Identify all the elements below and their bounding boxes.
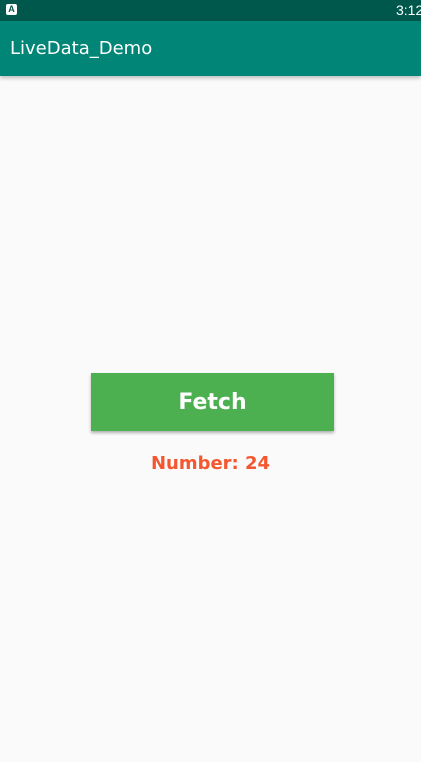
app-title: LiveData_Demo: [10, 38, 153, 59]
status-time: 3:12: [396, 2, 421, 18]
number-label: Number: 24: [150, 453, 271, 474]
fetch-button[interactable]: Fetch: [91, 373, 334, 431]
status-bar: A 3:12: [0, 0, 421, 21]
main-content: Fetch Number: 24: [0, 76, 421, 762]
notification-icon: A: [6, 4, 17, 15]
app-bar: LiveData_Demo: [0, 21, 421, 76]
